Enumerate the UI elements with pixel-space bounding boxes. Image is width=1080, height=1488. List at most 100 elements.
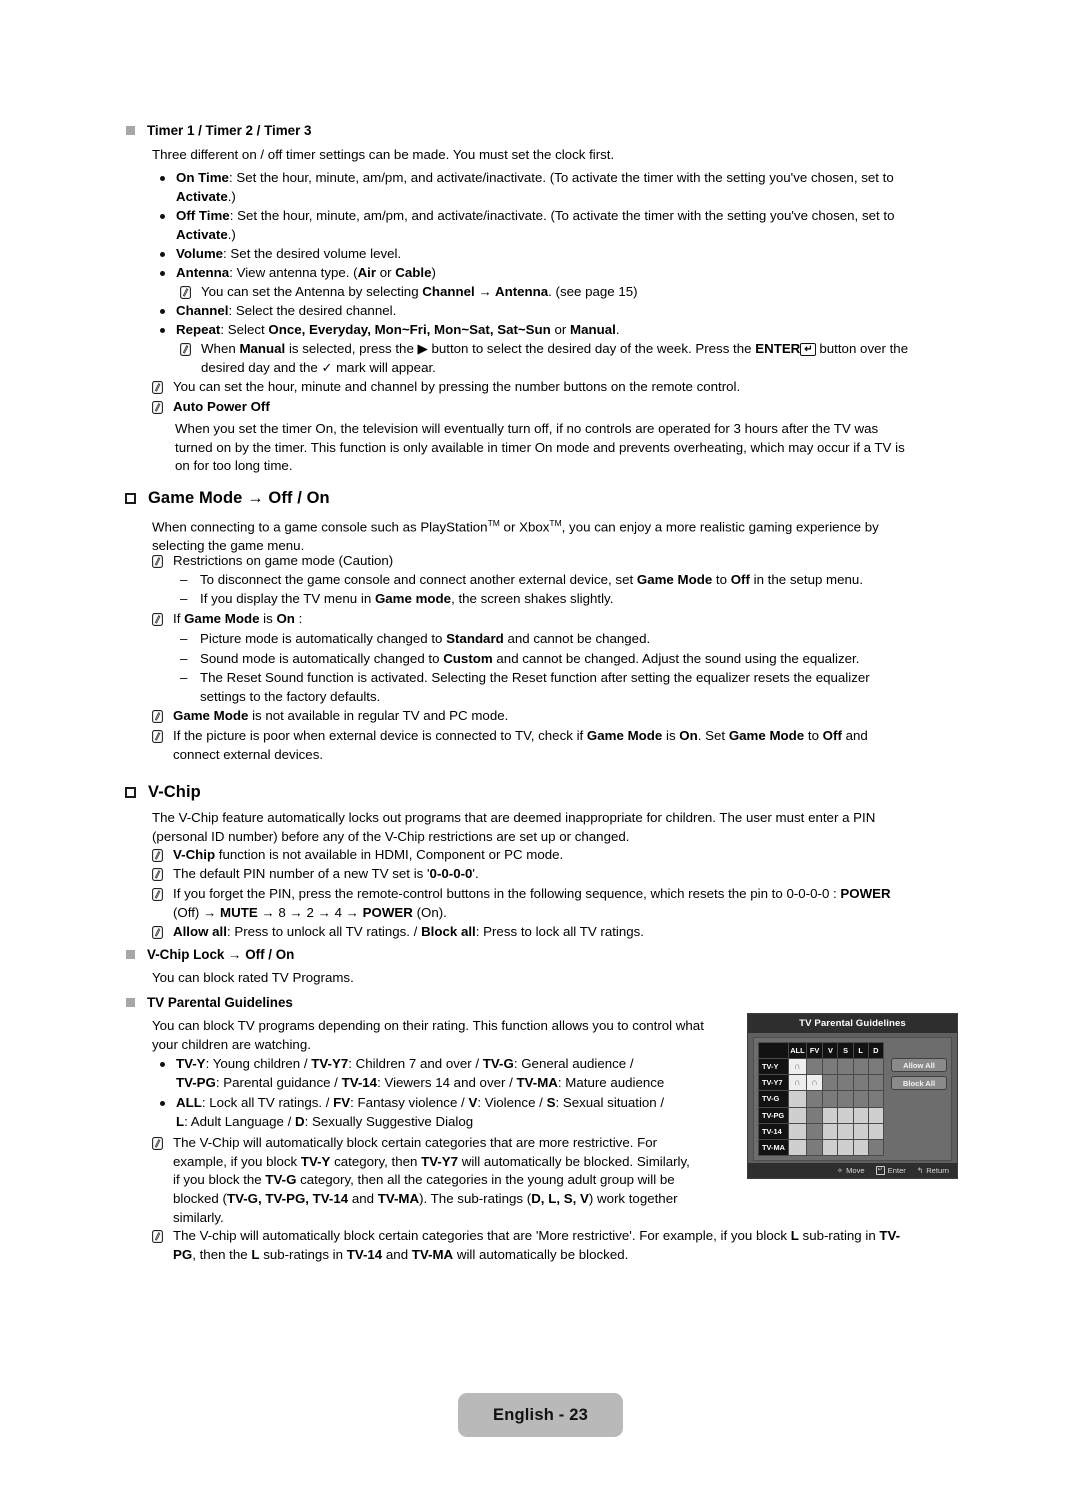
dash-reset-text: The Reset Sound function is activated. S… — [200, 669, 870, 706]
gray-square-bullet-icon — [126, 126, 135, 135]
osd-rating-cell[interactable] — [787, 1090, 807, 1108]
osd-rating-cell[interactable] — [837, 1074, 854, 1092]
note-more-restrictive-2-text: The V-chip will automatically block cert… — [173, 1227, 900, 1264]
osd-rating-cell[interactable] — [787, 1122, 807, 1140]
block-all-button[interactable]: Block All — [891, 1076, 947, 1090]
dash-icon: – — [180, 631, 188, 646]
osd-rating-cell[interactable]: ∩ — [787, 1058, 807, 1076]
note-game-restrictions-text: Restrictions on game mode (Caution) — [173, 553, 394, 568]
bullet-dot-icon — [160, 309, 165, 314]
dash-picture-standard: – Picture mode is automatically changed … — [180, 630, 952, 649]
osd-rating-cell[interactable] — [822, 1138, 839, 1157]
osd-row-label: TV-Y — [758, 1058, 789, 1076]
osd-rating-cell[interactable] — [837, 1090, 854, 1108]
list-item-sub-ratings: ALL: Lock all TV ratings. / FV: Fantasy … — [160, 1094, 740, 1131]
on-time-activate: Activate — [176, 188, 228, 204]
osd-rating-cell[interactable] — [837, 1138, 854, 1157]
npp-post: and — [841, 728, 868, 743]
dash-icon: – — [180, 651, 188, 666]
osd-footer-hints: ✧ Move ↵ Enter ↰ Return — [748, 1163, 957, 1178]
note-allow-block-all: Allow all: Press to unlock all TV rating… — [152, 923, 957, 942]
rb-t2: : Children 7 and over / — [348, 1056, 483, 1071]
note-if-on-text: If Game Mode is On : — [173, 610, 302, 629]
osd-buttons: Allow All Block All — [891, 1042, 947, 1156]
heading-vchip-label: V-Chip — [148, 783, 201, 801]
osd-rating-row: TV-Y ∩ — [758, 1058, 885, 1076]
osd-rating-cell[interactable] — [867, 1090, 885, 1108]
note-pen-icon — [152, 381, 163, 394]
osd-rating-cell[interactable] — [852, 1106, 869, 1124]
osd-rating-cell[interactable] — [787, 1138, 807, 1157]
osd-rating-cell[interactable]: ∩ — [805, 1074, 824, 1092]
osd-rating-cell[interactable] — [852, 1074, 869, 1092]
osd-rating-cell[interactable] — [852, 1122, 869, 1140]
osd-rating-cell[interactable] — [822, 1058, 839, 1076]
osd-rating-cell[interactable] — [867, 1074, 885, 1092]
bullet-dot-icon — [160, 1062, 165, 1067]
tvpg-l1: You can block TV programs depending on t… — [152, 1018, 704, 1033]
osd-col-header: D — [867, 1041, 885, 1060]
osd-body: ALL FV V S L D TV-Y ∩ TV-Y7 ∩ ∩ TV-G TV-PG TV-14 TV-MA… — [753, 1037, 952, 1161]
osd-rating-cell[interactable] — [837, 1106, 854, 1124]
osd-rating-cell[interactable] — [852, 1090, 869, 1108]
mr-l3pre: if you block the — [173, 1172, 266, 1188]
osd-rating-cell[interactable] — [837, 1122, 854, 1140]
na-arrow: → — [474, 284, 495, 299]
dm-post: , the screen shakes slightly. — [451, 591, 614, 606]
list-item-off-time: Off Time: Set the hour, minute, am/pm, a… — [160, 207, 950, 244]
m2-l1b2: TV- — [879, 1228, 901, 1243]
list-item-volume-text: Volume: Set the desired volume level. — [176, 245, 401, 264]
vchip-intro: The V-Chip feature automatically locks o… — [152, 809, 957, 846]
osd-rating-cell[interactable] — [805, 1090, 824, 1108]
osd-col-header: V — [822, 1041, 839, 1060]
note-game-restrictions: Restrictions on game mode (Caution) — [152, 552, 952, 571]
list-item-antenna-text: Antenna: View antenna type. (Air or Cabl… — [176, 264, 436, 283]
osd-rating-cell[interactable] — [805, 1106, 824, 1124]
term-off-time: Off Time — [176, 208, 230, 223]
sb-b3: V — [468, 1095, 478, 1110]
note-not-available: Game Mode is not available in regular TV… — [152, 707, 952, 726]
dash-reset-sound: – The Reset Sound function is activated.… — [180, 669, 952, 706]
mr-l4b1: TV-G, TV-PG, TV-14 — [226, 1191, 349, 1207]
tvpg-body: You can block TV programs depending on t… — [152, 1017, 742, 1054]
list-item-repeat-text: Repeat: Select Once, Everyday, Mon~Fri, … — [176, 321, 620, 340]
fp-pre: If you forget the PIN, press the remote-… — [173, 886, 841, 901]
osd-rating-cell[interactable] — [852, 1138, 869, 1157]
m2-l1b1: L — [790, 1228, 799, 1243]
osd-rating-cell[interactable] — [822, 1090, 839, 1108]
osd-rating-cell[interactable] — [867, 1122, 885, 1140]
osd-rating-cell[interactable] — [805, 1122, 824, 1140]
osd-rating-cell[interactable] — [867, 1058, 885, 1076]
gm-intro-2: selecting the game menu. — [152, 538, 305, 554]
allow-all-button[interactable]: Allow All — [891, 1058, 947, 1072]
hollow-square-bullet-icon — [125, 493, 136, 504]
osd-rating-cell[interactable] — [822, 1074, 839, 1092]
osd-rating-cell[interactable] — [787, 1106, 807, 1124]
note-poor-picture-text: If the picture is poor when external dev… — [173, 727, 868, 764]
on-time-rest: : Set the hour, minute, am/pm, and activ… — [228, 170, 894, 185]
osd-ratings-grid[interactable]: ALL FV V S L D TV-Y ∩ TV-Y7 ∩ ∩ TV-G TV-PG TV-14 TV-MA — [758, 1041, 885, 1157]
osd-col-header: FV — [805, 1041, 824, 1060]
osd-rating-cell[interactable]: ∩ — [787, 1074, 807, 1092]
osd-rating-cell[interactable] — [867, 1138, 885, 1157]
rb-b4: TV-PG — [176, 1074, 216, 1090]
osd-rating-cell[interactable] — [867, 1106, 885, 1124]
m2-l2mid3: and — [382, 1246, 412, 1262]
dp-post: and cannot be changed. — [503, 631, 651, 646]
note-vchip-hdmi-text: V-Chip function is not available in HDMI… — [173, 846, 563, 865]
osd-rating-cell[interactable] — [822, 1106, 839, 1124]
note-pen-icon — [152, 868, 163, 881]
osd-rating-cell[interactable] — [852, 1058, 869, 1076]
osd-rating-cell[interactable] — [837, 1058, 854, 1076]
heading-tv-parental-guidelines: TV Parental Guidelines — [126, 994, 293, 1012]
note-pen-icon — [180, 343, 191, 356]
osd-rating-cell[interactable] — [805, 1058, 824, 1076]
osd-rating-cell[interactable] — [805, 1138, 824, 1157]
vh-b1: V-Chip — [173, 847, 216, 862]
heading-vchip: V-Chip — [125, 782, 201, 802]
note-antenna-text: You can set the Antenna by selecting Cha… — [201, 283, 638, 302]
off-time-activate: Activate — [176, 226, 228, 242]
mr-l2pre: example, if you block — [173, 1153, 301, 1169]
term-repeat: Repeat — [176, 322, 221, 337]
osd-rating-cell[interactable] — [822, 1122, 839, 1140]
